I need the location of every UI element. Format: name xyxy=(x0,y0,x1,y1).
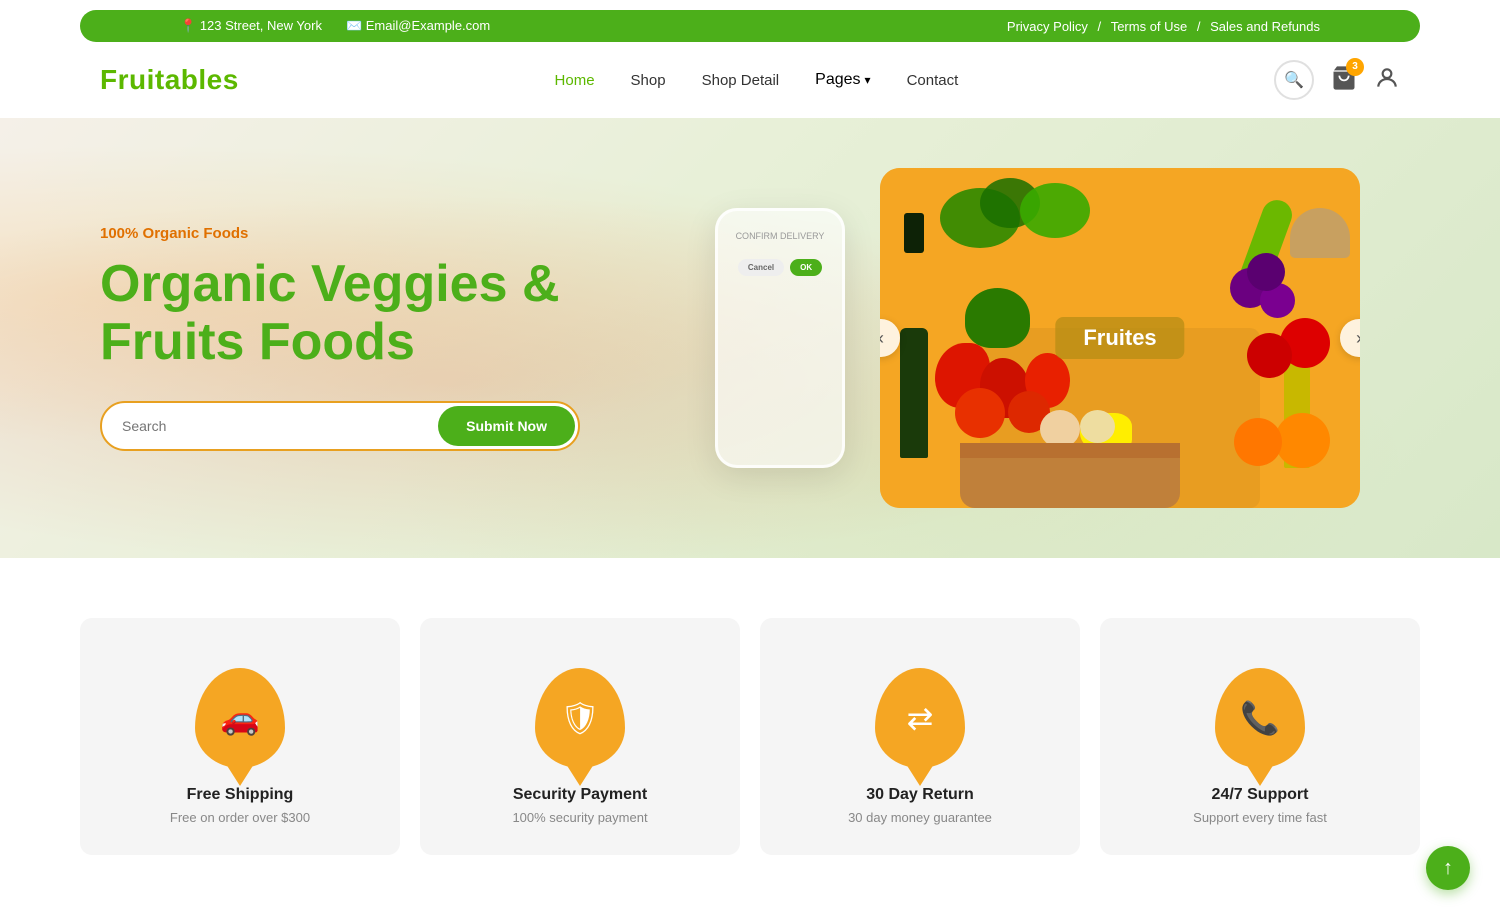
sales-link[interactable]: Sales and Refunds xyxy=(1210,19,1320,34)
feature-card-1: 🛡 Security Payment 100% security payment xyxy=(420,618,740,855)
chevron-right-icon: › xyxy=(1356,328,1360,349)
feature-card-2: ⇄ 30 Day Return 30 day money guarantee xyxy=(760,618,1080,855)
main-nav: Home Shop Shop Detail Pages Contact xyxy=(555,71,959,89)
scroll-top-button[interactable]: ↑ xyxy=(1426,846,1470,890)
feature-title-0: Free Shipping xyxy=(187,786,294,804)
user-avatar-icon xyxy=(1374,65,1400,91)
feature-title-2: 30 Day Return xyxy=(866,786,974,804)
pin-shape-1: 🛡 xyxy=(535,668,625,768)
phone-mockup-area: CONFIRM DELIVERY Cancel OK xyxy=(680,208,880,468)
nav-shop[interactable]: Shop xyxy=(631,72,666,89)
email: ✉️ Email@Example.com xyxy=(346,18,490,34)
feature-desc-3: Support every time fast xyxy=(1193,810,1327,825)
feature-icon-wrap-3: 📞 xyxy=(1210,658,1310,768)
privacy-link[interactable]: Privacy Policy xyxy=(1007,19,1088,34)
hero-section: 100% Organic Foods Organic Veggies & Fru… xyxy=(0,118,1500,558)
feature-desc-2: 30 day money guarantee xyxy=(848,810,992,825)
user-icon[interactable] xyxy=(1374,65,1400,96)
header-icons: 🔍 3 xyxy=(1274,60,1400,100)
hero-carousel: Fruites ‹ › xyxy=(880,168,1360,508)
feature-card-0: 🚗 Free Shipping Free on order over $300 xyxy=(80,618,400,855)
arrow-up-icon: ↑ xyxy=(1443,857,1453,880)
feature-card-3: 📞 24/7 Support Support every time fast xyxy=(1100,618,1420,855)
cart-icon[interactable]: 3 xyxy=(1330,64,1358,97)
return-icon: ⇄ xyxy=(907,699,934,737)
carousel-label: Fruites xyxy=(1055,317,1184,359)
feature-icon-wrap-1: 🛡 xyxy=(530,658,630,768)
email-icon: ✉️ xyxy=(346,18,362,33)
phone-screen-text: CONFIRM DELIVERY xyxy=(736,231,825,241)
cart-badge: 3 xyxy=(1346,58,1364,76)
features-section: 🚗 Free Shipping Free on order over $300 … xyxy=(0,558,1500,885)
nav-pages[interactable]: Pages xyxy=(815,71,870,89)
chevron-left-icon: ‹ xyxy=(880,328,884,349)
search-button[interactable]: 🔍 xyxy=(1274,60,1314,100)
feature-desc-0: Free on order over $300 xyxy=(170,810,310,825)
top-bar-left: 📍 123 Street, New York ✉️ Email@Example.… xyxy=(180,18,490,34)
nav-contact[interactable]: Contact xyxy=(907,72,959,89)
hero-search-button[interactable]: Submit Now xyxy=(438,406,575,446)
pin-shape-0: 🚗 xyxy=(195,668,285,768)
hero-search-input[interactable] xyxy=(102,403,435,449)
location-icon: 📍 xyxy=(180,18,196,33)
terms-link[interactable]: Terms of Use xyxy=(1111,19,1188,34)
hero-subtitle: 100% Organic Foods xyxy=(100,225,580,242)
pin-shape-3: 📞 xyxy=(1215,668,1305,768)
feature-icon-wrap-0: 🚗 xyxy=(190,658,290,768)
car-icon: 🚗 xyxy=(220,699,260,737)
feature-title-1: Security Payment xyxy=(513,786,647,804)
feature-icon-wrap-2: ⇄ xyxy=(870,658,970,768)
phone-icon: 📞 xyxy=(1240,699,1280,737)
phone-mockup: CONFIRM DELIVERY Cancel OK xyxy=(715,208,845,468)
nav-home[interactable]: Home xyxy=(555,72,595,89)
search-icon: 🔍 xyxy=(1284,70,1304,90)
phone-ok-btn: OK xyxy=(790,259,822,276)
shield-icon: 🛡 xyxy=(560,699,601,737)
top-bar: 📍 123 Street, New York ✉️ Email@Example.… xyxy=(80,10,1420,42)
phone-buttons: Cancel OK xyxy=(738,259,822,276)
logo: Fruitables xyxy=(100,64,239,96)
header: Fruitables Home Shop Shop Detail Pages C… xyxy=(0,42,1500,118)
hero-search-form: Submit Now xyxy=(100,401,580,451)
phone-cancel-btn: Cancel xyxy=(738,259,784,276)
feature-desc-1: 100% security payment xyxy=(512,810,647,825)
nav-shop-detail[interactable]: Shop Detail xyxy=(702,72,780,89)
top-bar-right: Privacy Policy / Terms of Use / Sales an… xyxy=(1007,19,1320,34)
pin-shape-2: ⇄ xyxy=(875,668,965,768)
feature-title-3: 24/7 Support xyxy=(1212,786,1309,804)
hero-content: 100% Organic Foods Organic Veggies & Fru… xyxy=(0,165,680,510)
address: 📍 123 Street, New York xyxy=(180,18,322,34)
hero-title: Organic Veggies & Fruits Foods xyxy=(100,256,580,370)
